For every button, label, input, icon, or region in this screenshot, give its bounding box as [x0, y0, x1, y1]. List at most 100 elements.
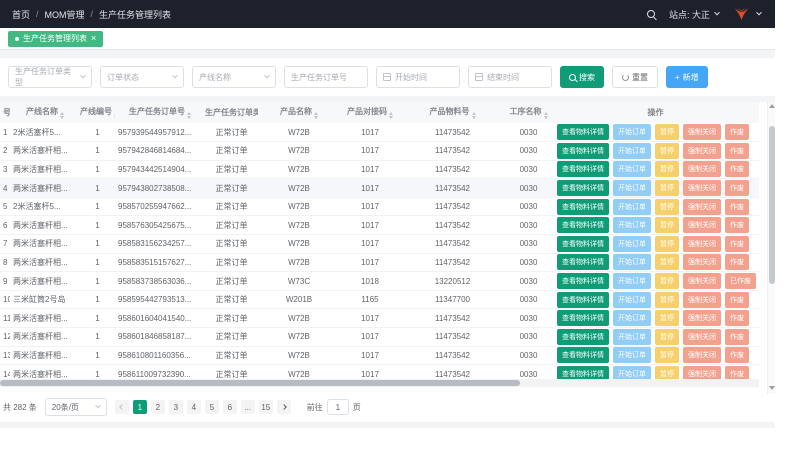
col-process-name[interactable]: 工序名称: [505, 102, 552, 123]
pause-button[interactable]: 暂停: [655, 310, 679, 326]
table-row[interactable]: 8 两米活塞杆相... 1 958583515157627... 正常订单 W7…: [0, 253, 759, 272]
table-row[interactable]: 12 两米活塞杆相... 1 958601846858187... 正常订单 W…: [0, 328, 759, 347]
end-time-input[interactable]: [487, 73, 545, 82]
start-order-button[interactable]: 开始订单: [613, 273, 651, 289]
void-button[interactable]: 作废: [725, 180, 749, 196]
start-order-button[interactable]: 开始订单: [613, 180, 651, 196]
page-button-5[interactable]: 5: [205, 400, 219, 414]
force-close-button[interactable]: 强制关闭: [683, 347, 721, 363]
add-button[interactable]: + 新增: [666, 66, 708, 88]
view-material-details-button[interactable]: 查看物料详情: [557, 366, 609, 379]
site-selector[interactable]: 站点: 大正: [669, 8, 719, 21]
view-material-details-button[interactable]: 查看物料详情: [557, 292, 609, 308]
sort-icon[interactable]: [187, 112, 191, 119]
sort-icon[interactable]: [389, 112, 393, 119]
table-row[interactable]: 9 两米活塞杆相... 1 958583738563036... 正常订单 W7…: [0, 272, 759, 291]
table-row[interactable]: 10 三米缸筒2号岛 1 958595442793513... 正常订单 W20…: [0, 290, 759, 309]
order-status-select[interactable]: 订单状态: [100, 66, 184, 88]
view-material-details-button[interactable]: 查看物料详情: [557, 180, 609, 196]
page-button-6[interactable]: 6: [223, 400, 237, 414]
col-product-material-no[interactable]: 产品物料号: [400, 102, 505, 123]
horizontal-scrollbar[interactable]: [0, 379, 759, 387]
search-icon[interactable]: [647, 10, 655, 18]
force-close-button[interactable]: 强制关闭: [683, 199, 721, 215]
view-material-details-button[interactable]: 查看物料详情: [557, 347, 609, 363]
pause-button[interactable]: 暂停: [655, 161, 679, 177]
col-line-code[interactable]: 产线编号: [80, 102, 115, 123]
view-material-details-button[interactable]: 查看物料详情: [557, 236, 609, 252]
force-close-button[interactable]: 强制关闭: [683, 254, 721, 270]
horizontal-scrollbar-thumb[interactable]: [0, 380, 520, 386]
start-order-button[interactable]: 开始订单: [613, 347, 651, 363]
pause-button[interactable]: 暂停: [655, 273, 679, 289]
table-row[interactable]: 5 2米活塞杆5... 1 958570255947662... 正常订单 W7…: [0, 197, 759, 216]
reset-button[interactable]: 重置: [612, 66, 658, 88]
end-time-field[interactable]: [468, 66, 552, 88]
page-button-4[interactable]: 4: [187, 400, 201, 414]
start-order-button[interactable]: 开始订单: [613, 329, 651, 345]
page-size-select[interactable]: 20条/页: [45, 398, 107, 416]
table-row[interactable]: 1 2米活塞杆5... 1 957939544957912... 正常订单 W7…: [0, 123, 759, 142]
view-material-details-button[interactable]: 查看物料详情: [557, 254, 609, 270]
table-row[interactable]: 14 两米活塞杆相... 1 958611009732390... 正常订单 W…: [0, 365, 759, 379]
start-order-button[interactable]: 开始订单: [613, 310, 651, 326]
start-order-button[interactable]: 开始订单: [613, 254, 651, 270]
void-button[interactable]: 作废: [725, 366, 749, 379]
void-button[interactable]: 作废: [725, 292, 749, 308]
start-order-button[interactable]: 开始订单: [613, 161, 651, 177]
start-time-input[interactable]: [395, 73, 453, 82]
pause-button[interactable]: 暂停: [655, 292, 679, 308]
force-close-button[interactable]: 强制关闭: [683, 124, 721, 140]
void-button[interactable]: 作废: [725, 124, 749, 140]
void-button[interactable]: 作废: [725, 161, 749, 177]
view-material-details-button[interactable]: 查看物料详情: [557, 310, 609, 326]
goto-page-input[interactable]: [327, 399, 349, 415]
pause-button[interactable]: 暂停: [655, 254, 679, 270]
start-order-button[interactable]: 开始订单: [613, 199, 651, 215]
pause-button[interactable]: 暂停: [655, 329, 679, 345]
force-close-button[interactable]: 强制关闭: [683, 161, 721, 177]
order-type-select[interactable]: 生产任务订单类型: [8, 66, 92, 88]
table-row[interactable]: 3 两米活塞杆相... 1 957943442514904... 正常订单 W7…: [0, 160, 759, 179]
col-product-name[interactable]: 产品名称: [258, 102, 340, 123]
void-button[interactable]: 作废: [725, 329, 749, 345]
next-page-button[interactable]: [277, 400, 291, 414]
page-button-15[interactable]: 15: [259, 400, 273, 414]
breadcrumb-mom[interactable]: MOM管理: [45, 8, 85, 21]
force-close-button[interactable]: 强制关闭: [683, 217, 721, 233]
breadcrumb-home[interactable]: 首页: [12, 8, 30, 21]
sort-icon[interactable]: [472, 112, 476, 119]
void-button[interactable]: 作废: [725, 143, 749, 159]
user-menu[interactable]: [733, 7, 761, 22]
order-no-input[interactable]: [291, 73, 361, 82]
force-close-button[interactable]: 强制关闭: [683, 273, 721, 289]
view-material-details-button[interactable]: 查看物料详情: [557, 217, 609, 233]
close-icon[interactable]: ×: [91, 34, 96, 43]
pause-button[interactable]: 暂停: [655, 124, 679, 140]
void-button[interactable]: 作废: [725, 347, 749, 363]
start-order-button[interactable]: 开始订单: [613, 217, 651, 233]
view-material-details-button[interactable]: 查看物料详情: [557, 273, 609, 289]
start-order-button[interactable]: 开始订单: [613, 124, 651, 140]
view-material-details-button[interactable]: 查看物料详情: [557, 143, 609, 159]
pause-button[interactable]: 暂停: [655, 143, 679, 159]
start-order-button[interactable]: 开始订单: [613, 366, 651, 379]
start-order-button[interactable]: 开始订单: [613, 236, 651, 252]
search-button[interactable]: 搜索: [560, 66, 604, 88]
pager-ellipsis[interactable]: ...: [241, 400, 255, 414]
scroll-down-icon[interactable]: [769, 386, 775, 390]
sort-icon[interactable]: [114, 112, 115, 119]
force-close-button[interactable]: 强制关闭: [683, 292, 721, 308]
pause-button[interactable]: 暂停: [655, 366, 679, 379]
table-row[interactable]: 13 两米活塞杆相... 1 958610801160356... 正常订单 W…: [0, 346, 759, 365]
page-button-3[interactable]: 3: [169, 400, 183, 414]
start-order-button[interactable]: 开始订单: [613, 143, 651, 159]
force-close-button[interactable]: 强制关闭: [683, 310, 721, 326]
sort-icon[interactable]: [314, 112, 318, 119]
view-material-details-button[interactable]: 查看物料详情: [557, 124, 609, 140]
sort-icon[interactable]: [60, 112, 64, 119]
table-row[interactable]: 4 两米活塞杆相... 1 957943802738508... 正常订单 W7…: [0, 179, 759, 198]
vertical-scrollbar-thumb[interactable]: [769, 126, 775, 284]
pause-button[interactable]: 暂停: [655, 199, 679, 215]
view-material-details-button[interactable]: 查看物料详情: [557, 329, 609, 345]
